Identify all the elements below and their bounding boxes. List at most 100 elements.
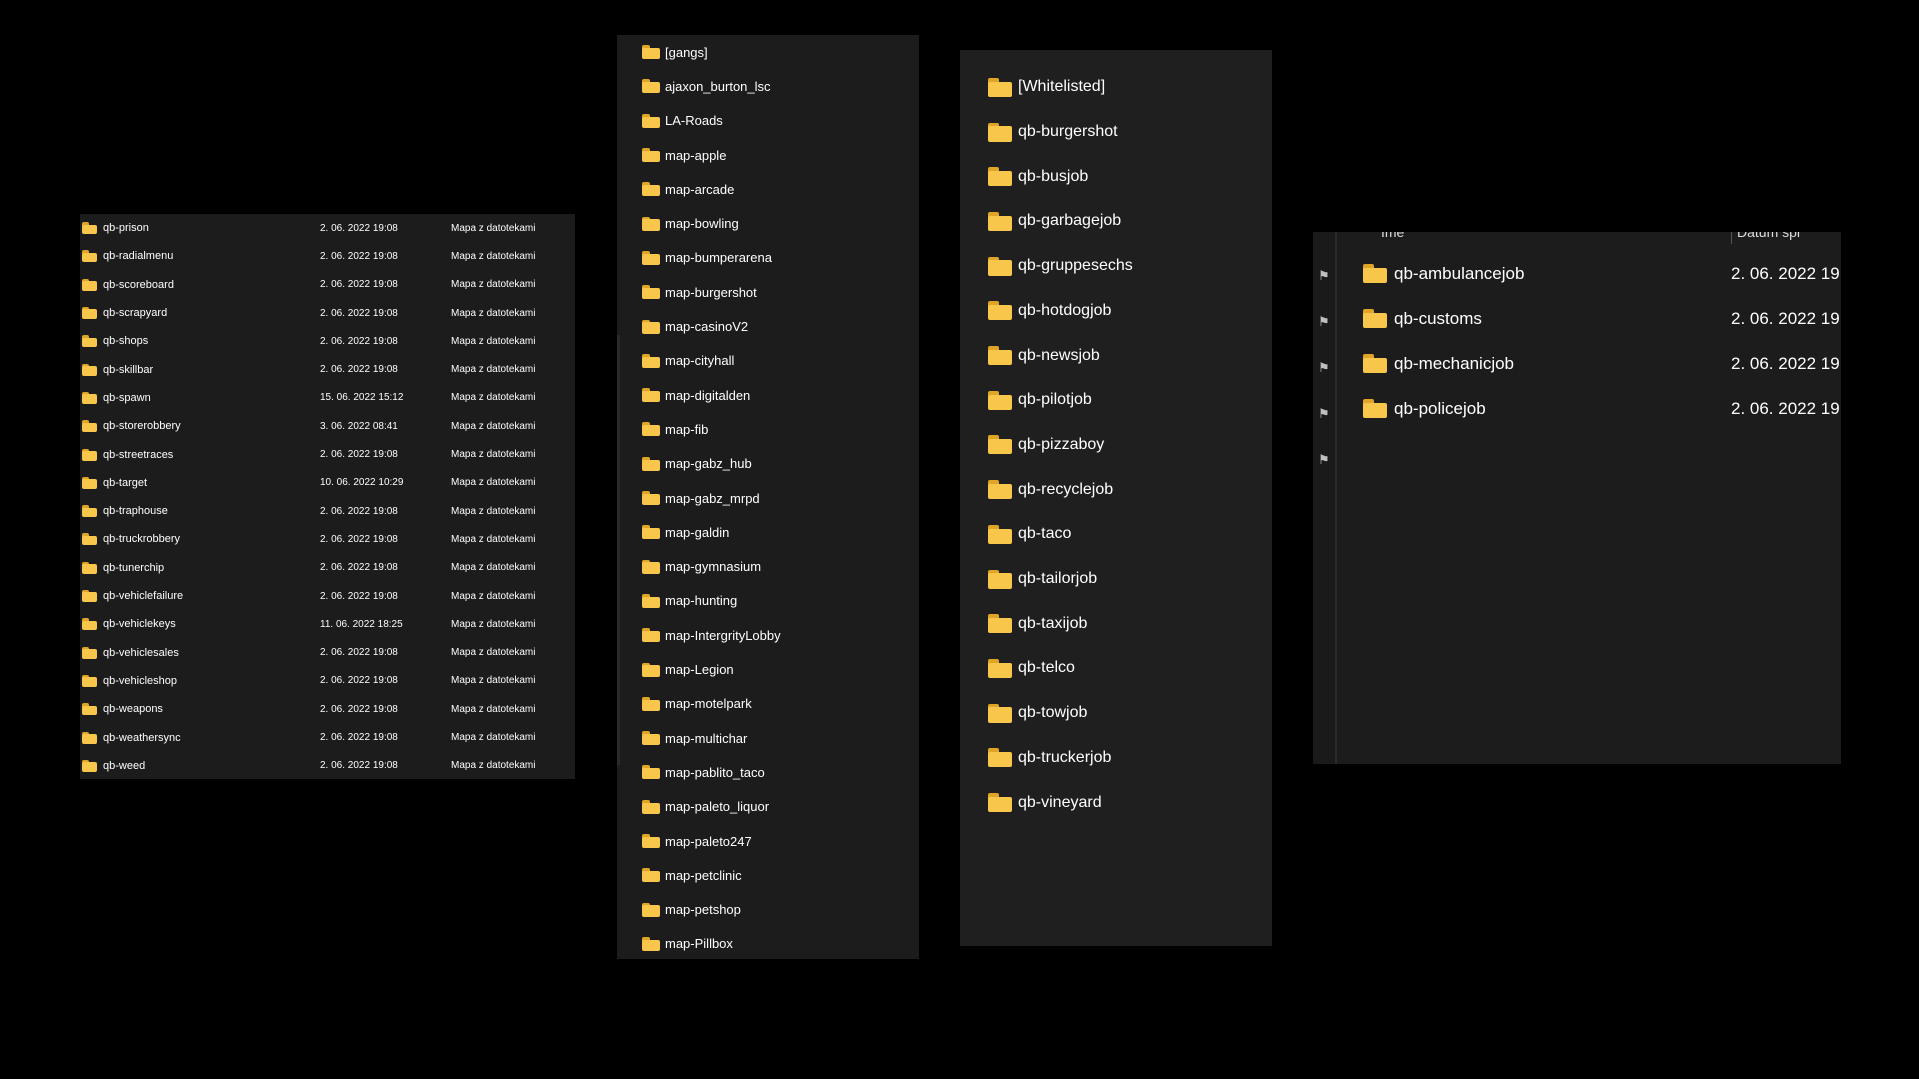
folder-row[interactable]: qb-customs 2. 06. 2022 19	[1337, 296, 1841, 341]
folder-row[interactable]: map-Pillbox	[617, 927, 919, 959]
column-divider[interactable]	[1731, 232, 1732, 244]
folder-row[interactable]: qb-streetraces 2. 06. 2022 19:08 Mapa z da…	[80, 440, 575, 468]
folder-name: [Whitelisted]	[1018, 78, 1106, 96]
column-header-date[interactable]: Datum spr	[1737, 232, 1802, 240]
folder-row[interactable]: qb-shops 2. 06. 2022 19:08 Mapa z datoteka…	[80, 327, 575, 355]
folder-icon	[988, 614, 1012, 634]
folder-row[interactable]: map-IntergrityLobby	[617, 618, 919, 652]
folder-icon	[82, 618, 97, 631]
folder-row[interactable]: qb-vehiclekeys 11. 06. 2022 18:25 Mapa z d…	[80, 610, 575, 638]
folder-row[interactable]: map-bowling	[617, 207, 919, 241]
folder-name: map-fib	[665, 421, 709, 437]
folder-row[interactable]: map-fib	[617, 412, 919, 446]
folder-name: qb-taco	[1018, 525, 1072, 543]
folder-row[interactable]: map-paleto_liquor	[617, 790, 919, 824]
folder-name: map-Pillbox	[665, 936, 733, 952]
folder-row[interactable]: qb-truckrobbery 2. 06. 2022 19:08 Mapa z d…	[80, 525, 575, 553]
folder-name: qb-vehiclefailure	[103, 590, 184, 603]
folder-row[interactable]: qb-ambulancejob 2. 06. 2022 19	[1337, 251, 1841, 296]
folder-row[interactable]: qb-scrapyard 2. 06. 2022 19:08 Mapa z dato…	[80, 299, 575, 327]
folder-row[interactable]: map-multichar	[617, 721, 919, 755]
folder-row[interactable]: ajaxon_burton_lsc	[617, 69, 919, 103]
folder-row[interactable]: qb-garbagejob	[960, 199, 1272, 244]
folder-row[interactable]: qb-traphouse 2. 06. 2022 19:08 Mapa z dato…	[80, 497, 575, 525]
folder-row[interactable]: map-pablito_taco	[617, 755, 919, 789]
folder-name: qb-weapons	[103, 703, 163, 716]
folder-row[interactable]: qb-vehiclesales 2. 06. 2022 19:08 Mapa z d…	[80, 639, 575, 667]
folder-row[interactable]: map-gabz_hub	[617, 447, 919, 481]
folder-row[interactable]: map-digitalden	[617, 378, 919, 412]
folder-row[interactable]: qb-radialmenu 2. 06. 2022 19:08 Mapa z dat…	[80, 242, 575, 270]
folder-row[interactable]: map-arcade	[617, 172, 919, 206]
folder-row[interactable]: map-burgershot	[617, 275, 919, 309]
folder-row[interactable]: qb-towjob	[960, 691, 1272, 736]
folder-row[interactable]: qb-weapons 2. 06. 2022 19:08 Mapa z datote…	[80, 695, 575, 723]
folder-row[interactable]: LA-Roads	[617, 104, 919, 138]
column-header-name[interactable]: Ime	[1381, 232, 1404, 240]
folder-name: qb-newsjob	[1018, 346, 1100, 364]
folder-row[interactable]: qb-vehicleshop 2. 06. 2022 19:08 Mapa z da…	[80, 667, 575, 695]
folder-row[interactable]: map-hunting	[617, 584, 919, 618]
folder-row[interactable]: map-petclinic	[617, 858, 919, 892]
folder-row[interactable]: qb-tunerchip 2. 06. 2022 19:08 Mapa z dato…	[80, 554, 575, 582]
folder-row[interactable]: qb-mechanicjob 2. 06. 2022 19	[1337, 341, 1841, 386]
folder-name: map-arcade	[665, 181, 735, 197]
folder-row[interactable]: qb-truckerjob	[960, 736, 1272, 781]
pin-icon[interactable]: ⚑	[1318, 406, 1330, 422]
folder-row[interactable]: map-Legion	[617, 652, 919, 686]
folder-row[interactable]: qb-prison 2. 06. 2022 19:08 Mapa z datotek…	[80, 214, 575, 242]
folder-icon	[1363, 309, 1387, 328]
folder-name: qb-tunerchip	[103, 561, 165, 574]
folder-icon	[642, 936, 660, 951]
pin-icon[interactable]: ⚑	[1318, 268, 1330, 284]
folder-row[interactable]: qb-burgershot	[960, 110, 1272, 155]
folder-name: qb-scoreboard	[103, 278, 174, 291]
folder-row[interactable]: qb-tailorjob	[960, 557, 1272, 602]
folder-row[interactable]: map-apple	[617, 138, 919, 172]
folder-row[interactable]: qb-vehiclefailure 2. 06. 2022 19:08 Mapa z…	[80, 582, 575, 610]
folder-row[interactable]: qb-policejob 2. 06. 2022 19	[1337, 386, 1841, 431]
folder-row[interactable]: map-motelpark	[617, 687, 919, 721]
folder-name: LA-Roads	[665, 113, 723, 129]
folder-row[interactable]: map-casinoV2	[617, 309, 919, 343]
folder-row[interactable]: qb-taco	[960, 512, 1272, 557]
folder-row[interactable]: qb-weathersync 2. 06. 2022 19:08 Mapa z da…	[80, 723, 575, 751]
folder-row[interactable]: qb-scoreboard 2. 06. 2022 19:08 Mapa z dat…	[80, 271, 575, 299]
folder-row[interactable]: qb-gruppesechs	[960, 244, 1272, 289]
date-modified: 2. 06. 2022 19:08	[320, 505, 398, 517]
folder-row[interactable]: map-galdin	[617, 515, 919, 549]
folder-row[interactable]: qb-telco	[960, 646, 1272, 691]
folder-row[interactable]: map-gabz_mrpd	[617, 481, 919, 515]
folder-row[interactable]: qb-vineyard	[960, 780, 1272, 825]
folder-row[interactable]: map-paleto247	[617, 824, 919, 858]
folder-row[interactable]: qb-hotdogjob	[960, 289, 1272, 334]
folder-row[interactable]: qb-newsjob	[960, 333, 1272, 378]
folder-row[interactable]: qb-busjob	[960, 154, 1272, 199]
folder-row[interactable]: map-gymnasium	[617, 550, 919, 584]
date-modified: 2. 06. 2022 19:08	[320, 364, 398, 376]
folder-row[interactable]: [Whitelisted]	[960, 65, 1272, 110]
pin-icon[interactable]: ⚑	[1318, 360, 1330, 376]
folder-name: map-bowling	[665, 216, 739, 232]
folder-row[interactable]: qb-storerobbery 3. 06. 2022 08:41 Mapa z d…	[80, 412, 575, 440]
folder-row[interactable]: qb-weed 2. 06. 2022 19:08 Mapa z datotekam…	[80, 752, 575, 779]
folder-row[interactable]: map-cityhall	[617, 344, 919, 378]
folder-icon	[988, 703, 1012, 723]
folder-row[interactable]: qb-recyclejob	[960, 467, 1272, 512]
folder-row[interactable]: qb-target 10. 06. 2022 10:29 Mapa z datote…	[80, 469, 575, 497]
folder-name: map-IntergrityLobby	[665, 627, 781, 643]
date-modified: 3. 06. 2022 08:41	[320, 420, 398, 432]
folder-name: qb-skillbar	[103, 363, 154, 376]
folder-row[interactable]: map-bumperarena	[617, 241, 919, 275]
folder-row[interactable]: qb-pilotjob	[960, 378, 1272, 423]
folder-name: ajaxon_burton_lsc	[665, 78, 771, 94]
folder-row[interactable]: qb-spawn 15. 06. 2022 15:12 Mapa z datotek…	[80, 384, 575, 412]
pin-icon[interactable]: ⚑	[1318, 452, 1330, 468]
folder-row[interactable]: [gangs]	[617, 35, 919, 69]
folder-row[interactable]: qb-pizzaboy	[960, 423, 1272, 468]
pin-icon[interactable]: ⚑	[1318, 314, 1330, 330]
folder-row[interactable]: qb-taxijob	[960, 601, 1272, 646]
date-modified: 15. 06. 2022 15:12	[320, 392, 404, 404]
folder-row[interactable]: qb-skillbar 2. 06. 2022 19:08 Mapa z datot…	[80, 356, 575, 384]
folder-row[interactable]: map-petshop	[617, 893, 919, 927]
